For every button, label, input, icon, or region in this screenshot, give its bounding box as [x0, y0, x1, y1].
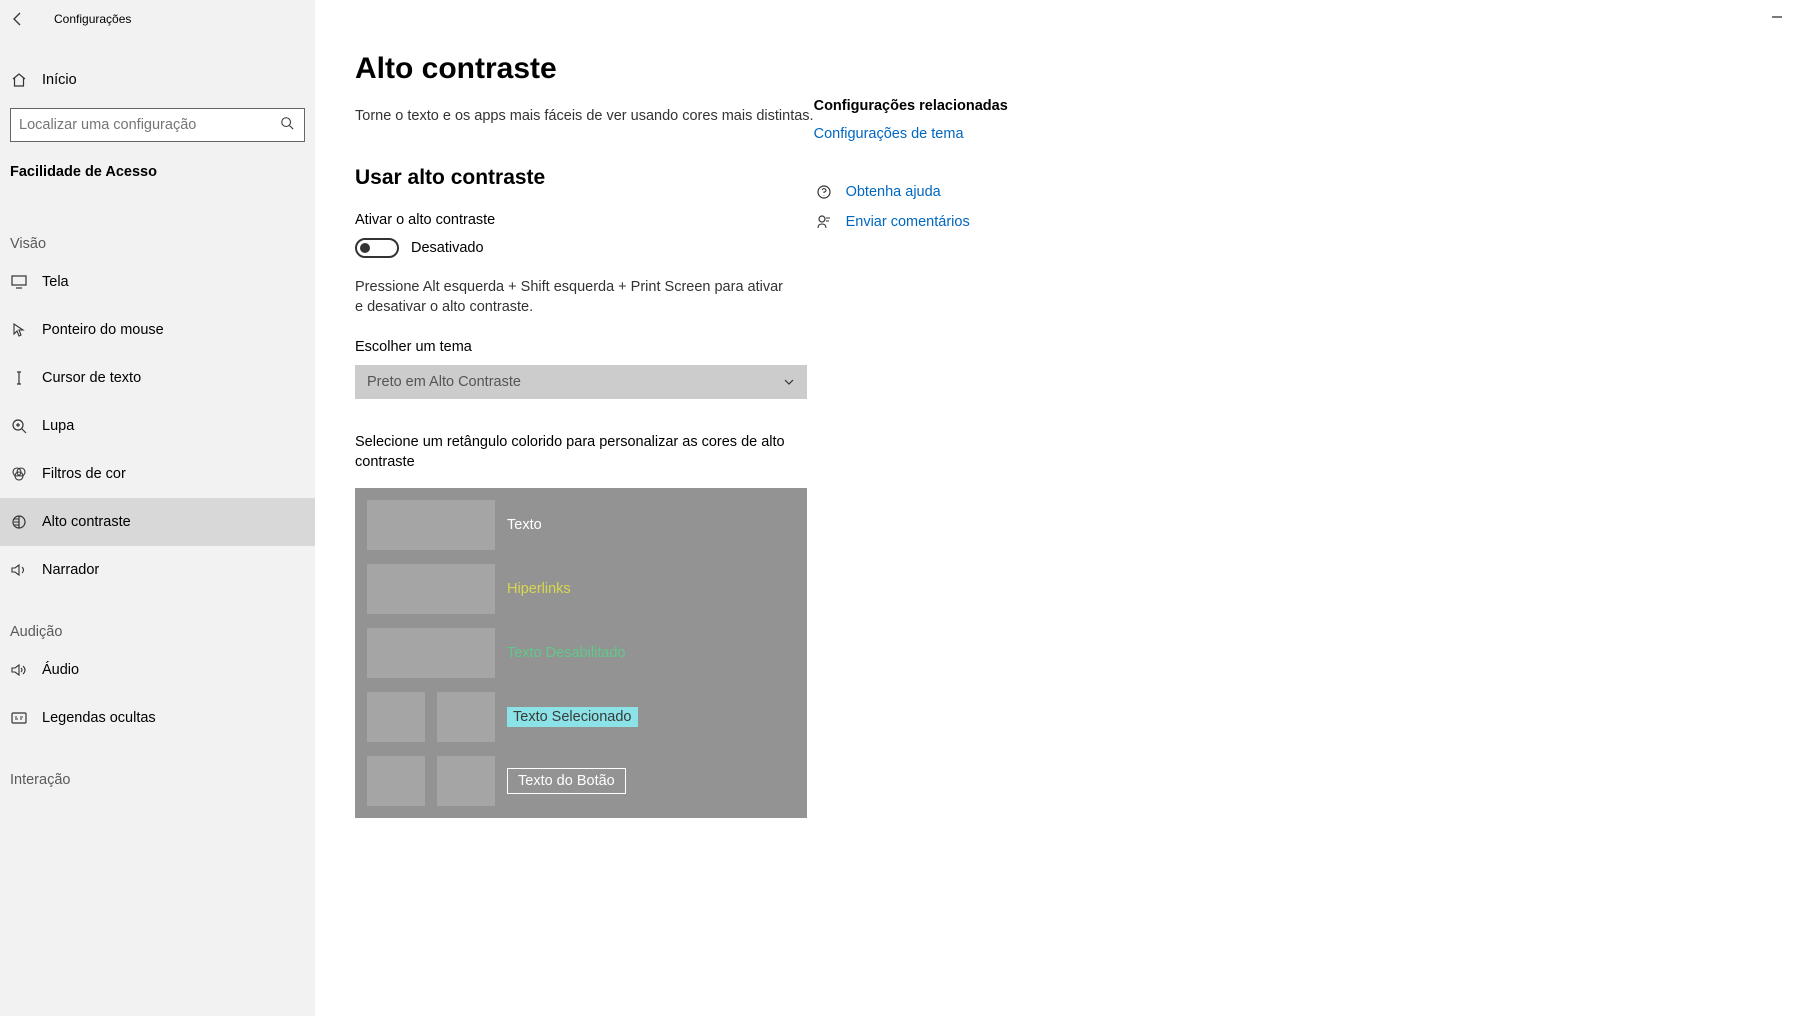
- search-icon: [280, 116, 294, 135]
- theme-dropdown[interactable]: Preto em Alto Contraste: [355, 365, 807, 399]
- toggle-knob: [360, 243, 370, 253]
- page-title: Alto contraste: [355, 52, 814, 86]
- window-minimize-button[interactable]: [1771, 10, 1783, 28]
- sidebar-item-label: Ponteiro do mouse: [42, 322, 164, 338]
- back-button[interactable]: [2, 3, 34, 35]
- swatch-desabilitado[interactable]: [367, 628, 495, 678]
- sidebar-item-lupa[interactable]: Lupa: [0, 402, 315, 450]
- search-box[interactable]: [10, 108, 305, 142]
- sidebar-item-label: Tela: [42, 274, 69, 290]
- preview-botao: Texto do Botão: [507, 768, 626, 794]
- toggle-field-label: Ativar o alto contraste: [355, 212, 814, 228]
- sidebar-item-label: Lupa: [42, 418, 74, 434]
- swatch-texto[interactable]: [367, 500, 495, 550]
- sidebar-item-filtros[interactable]: Filtros de cor: [0, 450, 315, 498]
- theme-settings-link[interactable]: Configurações de tema: [814, 126, 1124, 142]
- sidebar-item-alto-contraste[interactable]: Alto contraste: [0, 498, 315, 546]
- audio-icon: [10, 662, 28, 678]
- swatch-botao-fg[interactable]: [367, 756, 425, 806]
- search-input[interactable]: [11, 117, 304, 133]
- preview-desabilitado: Texto Desabilitado: [507, 645, 626, 661]
- customize-label: Selecione um retângulo colorido para per…: [355, 433, 795, 472]
- help-label: Obtenha ajuda: [846, 184, 941, 200]
- sidebar-item-audio[interactable]: Áudio: [0, 646, 315, 694]
- sidebar-item-legendas[interactable]: Legendas ocultas: [0, 694, 315, 742]
- help-icon: [814, 184, 834, 200]
- sidebar-item-label: Alto contraste: [42, 514, 131, 530]
- category-title: Facilidade de Acesso: [0, 142, 315, 180]
- home-item[interactable]: Início: [0, 62, 315, 98]
- theme-label: Escolher um tema: [355, 339, 814, 355]
- home-icon: [10, 72, 28, 88]
- group-interacao: Interação: [0, 752, 315, 794]
- sidebar-item-ponteiro[interactable]: Ponteiro do mouse: [0, 306, 315, 354]
- swatch-selecionado-bg[interactable]: [437, 692, 495, 742]
- group-audicao: Audição: [0, 604, 315, 646]
- get-help-link[interactable]: Obtenha ajuda: [814, 184, 1124, 200]
- color-preview-panel: Texto Hiperlinks Texto Desabilitado Text…: [355, 488, 807, 818]
- sidebar-item-label: Filtros de cor: [42, 466, 126, 482]
- preview-selecionado: Texto Selecionado: [507, 707, 638, 727]
- chevron-down-icon: [783, 376, 795, 388]
- high-contrast-toggle[interactable]: [355, 238, 399, 258]
- sidebar-item-label: Cursor de texto: [42, 370, 141, 386]
- sidebar-item-cursor[interactable]: Cursor de texto: [0, 354, 315, 402]
- related-heading: Configurações relacionadas: [814, 98, 1124, 114]
- feedback-icon: [814, 214, 834, 230]
- toggle-state: Desativado: [411, 240, 484, 256]
- sidebar-item-narrador[interactable]: Narrador: [0, 546, 315, 594]
- display-icon: [10, 275, 28, 289]
- pointer-icon: [10, 322, 28, 338]
- sidebar-item-label: Legendas ocultas: [42, 710, 156, 726]
- home-label: Início: [42, 72, 77, 88]
- color-filter-icon: [10, 466, 28, 482]
- sidebar-item-tela[interactable]: Tela: [0, 258, 315, 306]
- arrow-left-icon: [10, 11, 26, 27]
- dropdown-value: Preto em Alto Contraste: [367, 374, 521, 390]
- section-title: Usar alto contraste: [355, 166, 814, 190]
- minimize-icon: [1771, 11, 1783, 23]
- preview-texto: Texto: [507, 517, 542, 533]
- group-visao: Visão: [0, 216, 315, 258]
- app-title: Configurações: [54, 12, 131, 26]
- text-cursor-icon: [10, 370, 28, 386]
- narrator-icon: [10, 562, 28, 578]
- magnifier-icon: [10, 418, 28, 434]
- keyboard-hint: Pressione Alt esquerda + Shift esquerda …: [355, 278, 795, 317]
- sidebar-item-label: Narrador: [42, 562, 99, 578]
- sidebar-item-label: Áudio: [42, 662, 79, 678]
- swatch-hiperlinks[interactable]: [367, 564, 495, 614]
- send-feedback-link[interactable]: Enviar comentários: [814, 214, 1124, 230]
- preview-hiperlinks: Hiperlinks: [507, 581, 571, 597]
- swatch-botao-bg[interactable]: [437, 756, 495, 806]
- captions-icon: [10, 711, 28, 725]
- swatch-selecionado-fg[interactable]: [367, 692, 425, 742]
- contrast-icon: [10, 514, 28, 530]
- page-description: Torne o texto e os apps mais fáceis de v…: [355, 108, 814, 124]
- feedback-label: Enviar comentários: [846, 214, 970, 230]
